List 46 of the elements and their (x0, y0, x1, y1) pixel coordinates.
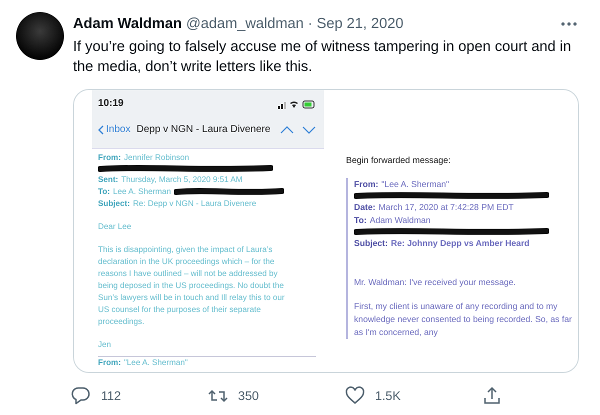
email-field-label: From: (354, 178, 378, 191)
heart-icon (345, 386, 365, 405)
back-button[interactable]: Inbox (98, 124, 130, 136)
retweet-button[interactable]: 350 (208, 386, 259, 405)
share-icon (482, 386, 502, 405)
chevron-down-icon[interactable] (302, 126, 316, 134)
more-icon[interactable] (561, 22, 577, 26)
email-field-value: Jennifer Robinson (124, 152, 190, 164)
separator-dot: · (308, 15, 313, 33)
author-handle[interactable]: @adam_waldman (186, 15, 304, 33)
email-body-text: This is disappointing, given the impact of Laura’s declaration in the UK proceedings which – for the reasons I have outlined – will not be addressed by being deposed in the US proceedings. No doubt the Sun’s lawyers will be in touch and Ill relay this to our US counsel for the purposes of their separate proceedings. (98, 244, 286, 328)
share-button[interactable] (482, 386, 502, 405)
author-name[interactable]: Adam Waldman (73, 15, 182, 33)
status-time: 10:19 (98, 98, 124, 110)
email-body-text: First, my client is unaware of any recording and to my knowledge never consented to being recorded. So, as far as I'm concerned, any (354, 300, 573, 339)
email-field-value: Lee A. Sherman (112, 186, 172, 198)
email-field-label: To: (98, 186, 110, 198)
chevron-left-icon (98, 125, 104, 135)
email-field-label: Sent: (98, 174, 118, 186)
email-field-value: Re: Johnny Depp vs Amber Heard (390, 237, 530, 250)
email-body-text: Jen (98, 339, 112, 351)
email-field-value: Adam Waldman (370, 214, 431, 227)
avatar[interactable] (16, 12, 64, 60)
email-body-text: Dear Lee (98, 221, 132, 233)
email-field-label: To: (354, 214, 367, 227)
reply-icon (71, 386, 91, 405)
email-subject-title: Depp v NGN - Laura Divenere (136, 124, 272, 136)
email-field-label: From: (98, 152, 121, 164)
email-field-value: Re: Depp v NGN - Laura Divenere (132, 198, 256, 210)
tweet-date[interactable]: Sep 21, 2020 (316, 15, 404, 33)
like-button[interactable]: 1.5K (345, 386, 401, 405)
forwarded-header: Begin forwarded message: (346, 154, 452, 167)
status-icons (278, 100, 316, 108)
email-field-value: "Lee A. Sherman" (124, 357, 188, 369)
email-field-label: Subject: (98, 198, 130, 210)
chevron-up-icon[interactable] (280, 126, 294, 134)
email-field-value: Thursday, March 5, 2020 9:51 AM (121, 174, 243, 186)
email-field-value: March 17, 2020 at 7:42:28 PM EDT (378, 201, 514, 214)
email-field-label: Date: (354, 201, 376, 214)
tweet-text: If you’re going to falsely accuse me of witness tampering in open court and in the media, don’t write letters like this. (73, 38, 572, 77)
reply-button[interactable]: 112 (71, 386, 121, 405)
attached-image[interactable] (73, 89, 579, 373)
email-body-text: Mr. Waldman: I've received your message. (354, 276, 517, 289)
email-field-label: Subject: (354, 237, 388, 250)
email-field-label: From: (98, 357, 121, 369)
email-field-value: "Lee A. Sherman" (381, 178, 450, 191)
